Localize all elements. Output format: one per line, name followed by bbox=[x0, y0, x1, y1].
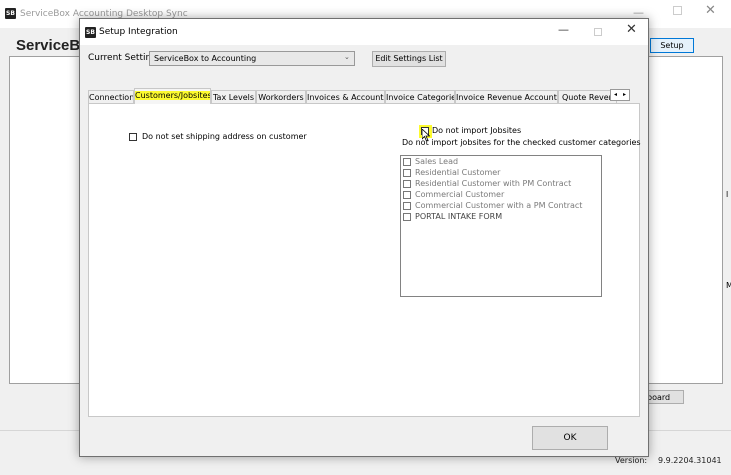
current-settings-value: ServiceBox to Accounting bbox=[154, 54, 257, 63]
current-settings-select[interactable]: ServiceBox to Accounting ⌄ bbox=[149, 51, 355, 66]
tab-scroll-buttons[interactable]: ◂ ▸ bbox=[610, 89, 630, 101]
version-label: Version: bbox=[615, 456, 648, 465]
maximize-icon[interactable] bbox=[673, 6, 682, 15]
category-checkbox[interactable] bbox=[403, 202, 411, 210]
resize-grip-icon[interactable]: ... bbox=[711, 454, 719, 463]
scroll-right-icon[interactable]: ▸ bbox=[620, 90, 629, 100]
tab-workorders[interactable]: Workorders bbox=[256, 90, 306, 103]
tab-connection[interactable]: Connection bbox=[88, 90, 134, 103]
category-checkbox[interactable] bbox=[403, 169, 411, 177]
partial-label: M bbox=[726, 281, 731, 290]
tab-label-highlight: Customers/Jobsites bbox=[135, 91, 211, 100]
categories-note: Do not import jobsites for the checked c… bbox=[402, 138, 641, 147]
tab-panel-customers-jobsites: Do not set shipping address on customer … bbox=[88, 103, 641, 417]
tab-strip: Connection Customers/Jobsites Tax Levels… bbox=[88, 88, 640, 104]
category-label: Sales Lead bbox=[415, 157, 459, 166]
tab-customers-jobsites[interactable]: Customers/Jobsites bbox=[134, 88, 211, 104]
minimize-icon[interactable]: — bbox=[558, 23, 569, 36]
import-jobsites-label: Do not import Jobsites bbox=[432, 126, 522, 135]
category-label: Residential Customer with PM Contract bbox=[415, 179, 572, 188]
ok-button[interactable]: OK bbox=[532, 426, 608, 450]
shipping-address-label: Do not set shipping address on customer bbox=[142, 132, 307, 141]
scroll-left-icon[interactable]: ◂ bbox=[611, 90, 620, 100]
app-logo-icon: SB bbox=[85, 27, 96, 38]
close-icon[interactable]: ✕ bbox=[705, 3, 716, 18]
chevron-down-icon: ⌄ bbox=[344, 53, 350, 61]
mouse-cursor-icon bbox=[422, 129, 430, 141]
category-checkbox[interactable] bbox=[403, 158, 411, 166]
category-label: Commercial Customer with a PM Contract bbox=[415, 201, 583, 210]
shipping-address-checkbox[interactable] bbox=[129, 133, 137, 141]
category-label: Commercial Customer bbox=[415, 190, 505, 199]
tab-invoice-categories[interactable]: Invoice Categories bbox=[385, 90, 455, 103]
category-checkbox[interactable] bbox=[403, 213, 411, 221]
setup-integration-dialog: SB Setup Integration — ✕ Current Setting… bbox=[79, 18, 649, 457]
category-label: PORTAL INTAKE FORM bbox=[415, 212, 503, 221]
tab-invoice-revenue-accounts[interactable]: Invoice Revenue Accounts bbox=[455, 90, 558, 103]
app-logo-icon: SB bbox=[5, 8, 16, 19]
edit-settings-list-button[interactable]: Edit Settings List bbox=[372, 51, 446, 67]
dialog-titlebar: SB Setup Integration — ✕ bbox=[80, 19, 648, 45]
category-checkbox[interactable] bbox=[403, 191, 411, 199]
partial-label: l bbox=[726, 190, 729, 199]
tab-quote-revenue[interactable]: Quote Revenue bbox=[558, 90, 617, 103]
tab-invoices-accounts[interactable]: Invoices & Accounts bbox=[306, 90, 385, 103]
category-checkbox[interactable] bbox=[403, 180, 411, 188]
tab-tax-levels[interactable]: Tax Levels bbox=[211, 90, 256, 103]
maximize-icon[interactable] bbox=[594, 28, 602, 36]
customer-categories-list: Sales Lead Residential Customer Resident… bbox=[400, 155, 602, 297]
setup-button[interactable]: Setup bbox=[650, 38, 694, 53]
close-icon[interactable]: ✕ bbox=[626, 22, 637, 37]
dialog-title: Setup Integration bbox=[99, 27, 178, 37]
category-label: Residential Customer bbox=[415, 168, 501, 177]
